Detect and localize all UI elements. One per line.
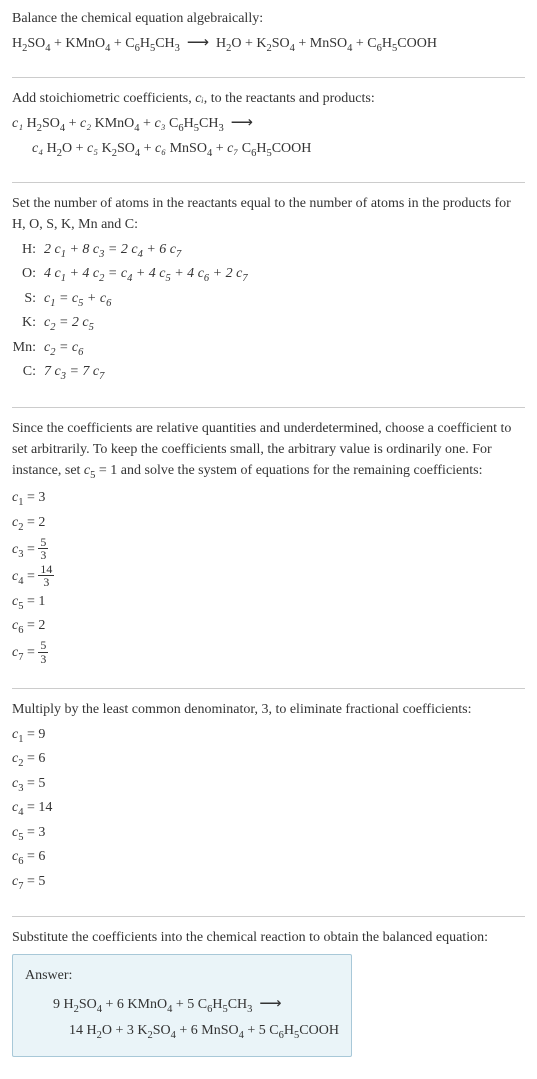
atom-label: H:	[12, 239, 44, 263]
coef-row: c6 = 2	[12, 615, 525, 639]
atom-eq: c2 = 2 c5	[44, 312, 525, 336]
arrow-icon: ⟶	[187, 34, 209, 51]
underdetermined-section: Since the coefficients are relative quan…	[12, 418, 525, 680]
intro-equation: H2SO4 + KMnO4 + C6H5CH3 ⟶ H2O + K2SO4 + …	[12, 31, 525, 57]
coef-row: c6 = 6	[12, 846, 525, 870]
intro-lhs: H2SO4 + KMnO4 + C6H5CH3	[12, 36, 180, 51]
coef-row: c2 = 2	[12, 512, 525, 536]
coef-list: c1 = 9 c2 = 6 c3 = 5 c4 = 14 c5 = 3 c6 =…	[12, 724, 525, 895]
atom-eq: c1 = c5 + c6	[44, 288, 525, 312]
atom-eq: 2 c1 + 8 c3 = 2 c4 + 6 c7	[44, 239, 525, 263]
divider	[12, 407, 525, 408]
intro-rhs: H2O + K2SO4 + MnSO4 + C6H5COOH	[216, 36, 437, 51]
coef-row: c4 = 14	[12, 797, 525, 821]
coef-row: c1 = 9	[12, 724, 525, 748]
multiply-text: Multiply by the least common denominator…	[12, 699, 525, 720]
stoich-section: Add stoichiometric coefficients, cᵢ, to …	[12, 88, 525, 174]
answer-eq-line2: 14 H2O + 3 K2SO4 + 6 MnSO4 + 5 C6H5COOH	[25, 1020, 339, 1044]
atom-row: H: 2 c1 + 8 c3 = 2 c4 + 6 c7	[12, 239, 525, 263]
atom-label: Mn:	[12, 337, 44, 361]
underdetermined-text: Since the coefficients are relative quan…	[12, 418, 525, 484]
atom-label: S:	[12, 288, 44, 312]
atom-row: K: c2 = 2 c5	[12, 312, 525, 336]
coef-row: c5 = 1	[12, 591, 525, 615]
divider	[12, 916, 525, 917]
stoich-eq-line1: c₁ H2SO4 + c₂ KMnO4 + c₃ C6H5CH3 ⟶	[12, 111, 525, 137]
coef-row: c4 = 143	[12, 564, 525, 590]
coef-row: c1 = 3	[12, 487, 525, 511]
atoms-text: Set the number of atoms in the reactants…	[12, 193, 525, 235]
coef-row: c5 = 3	[12, 822, 525, 846]
substitute-text: Substitute the coefficients into the che…	[12, 927, 525, 948]
multiply-section: Multiply by the least common denominator…	[12, 699, 525, 909]
divider	[12, 182, 525, 183]
atom-label: C:	[12, 361, 44, 385]
atom-table: H: 2 c1 + 8 c3 = 2 c4 + 6 c7 O: 4 c1 + 4…	[12, 239, 525, 385]
atom-eq: c2 = c6	[44, 337, 525, 361]
atoms-section: Set the number of atoms in the reactants…	[12, 193, 525, 399]
atom-eq: 7 c3 = 7 c7	[44, 361, 525, 385]
stoich-eq-line2: c₄ H2O + c₅ K2SO4 + c₆ MnSO4 + c₇ C6H5CO…	[12, 138, 525, 162]
coef-row: c7 = 5	[12, 871, 525, 895]
atom-eq: 4 c1 + 4 c2 = c4 + 4 c5 + 4 c6 + 2 c7	[44, 263, 525, 287]
answer-eq-line1: 9 H2SO4 + 6 KMnO4 + 5 C6H5CH3 ⟶	[25, 992, 339, 1018]
coef-row: c2 = 6	[12, 748, 525, 772]
substitute-section: Substitute the coefficients into the che…	[12, 927, 525, 1066]
arrow-icon: ⟶	[231, 114, 253, 131]
coef-row: c3 = 5	[12, 773, 525, 797]
intro-text: Balance the chemical equation algebraica…	[12, 8, 525, 29]
answer-box: Answer: 9 H2SO4 + 6 KMnO4 + 5 C6H5CH3 ⟶ …	[12, 954, 352, 1056]
atom-row: S: c1 = c5 + c6	[12, 288, 525, 312]
atom-label: O:	[12, 263, 44, 287]
coef-row: c7 = 53	[12, 640, 525, 666]
coef-list: c1 = 3 c2 = 2 c3 = 53 c4 = 143 c5 = 1 c6…	[12, 487, 525, 665]
answer-label: Answer:	[25, 965, 339, 986]
divider	[12, 688, 525, 689]
arrow-icon: ⟶	[259, 995, 281, 1012]
atom-row: Mn: c2 = c6	[12, 337, 525, 361]
coef-row: c3 = 53	[12, 537, 525, 563]
divider	[12, 77, 525, 78]
atom-row: O: 4 c1 + 4 c2 = c4 + 4 c5 + 4 c6 + 2 c7	[12, 263, 525, 287]
atom-label: K:	[12, 312, 44, 336]
intro-section: Balance the chemical equation algebraica…	[12, 8, 525, 69]
atom-row: C: 7 c3 = 7 c7	[12, 361, 525, 385]
stoich-text: Add stoichiometric coefficients, cᵢ, to …	[12, 88, 525, 109]
ci-var: cᵢ	[195, 91, 203, 106]
